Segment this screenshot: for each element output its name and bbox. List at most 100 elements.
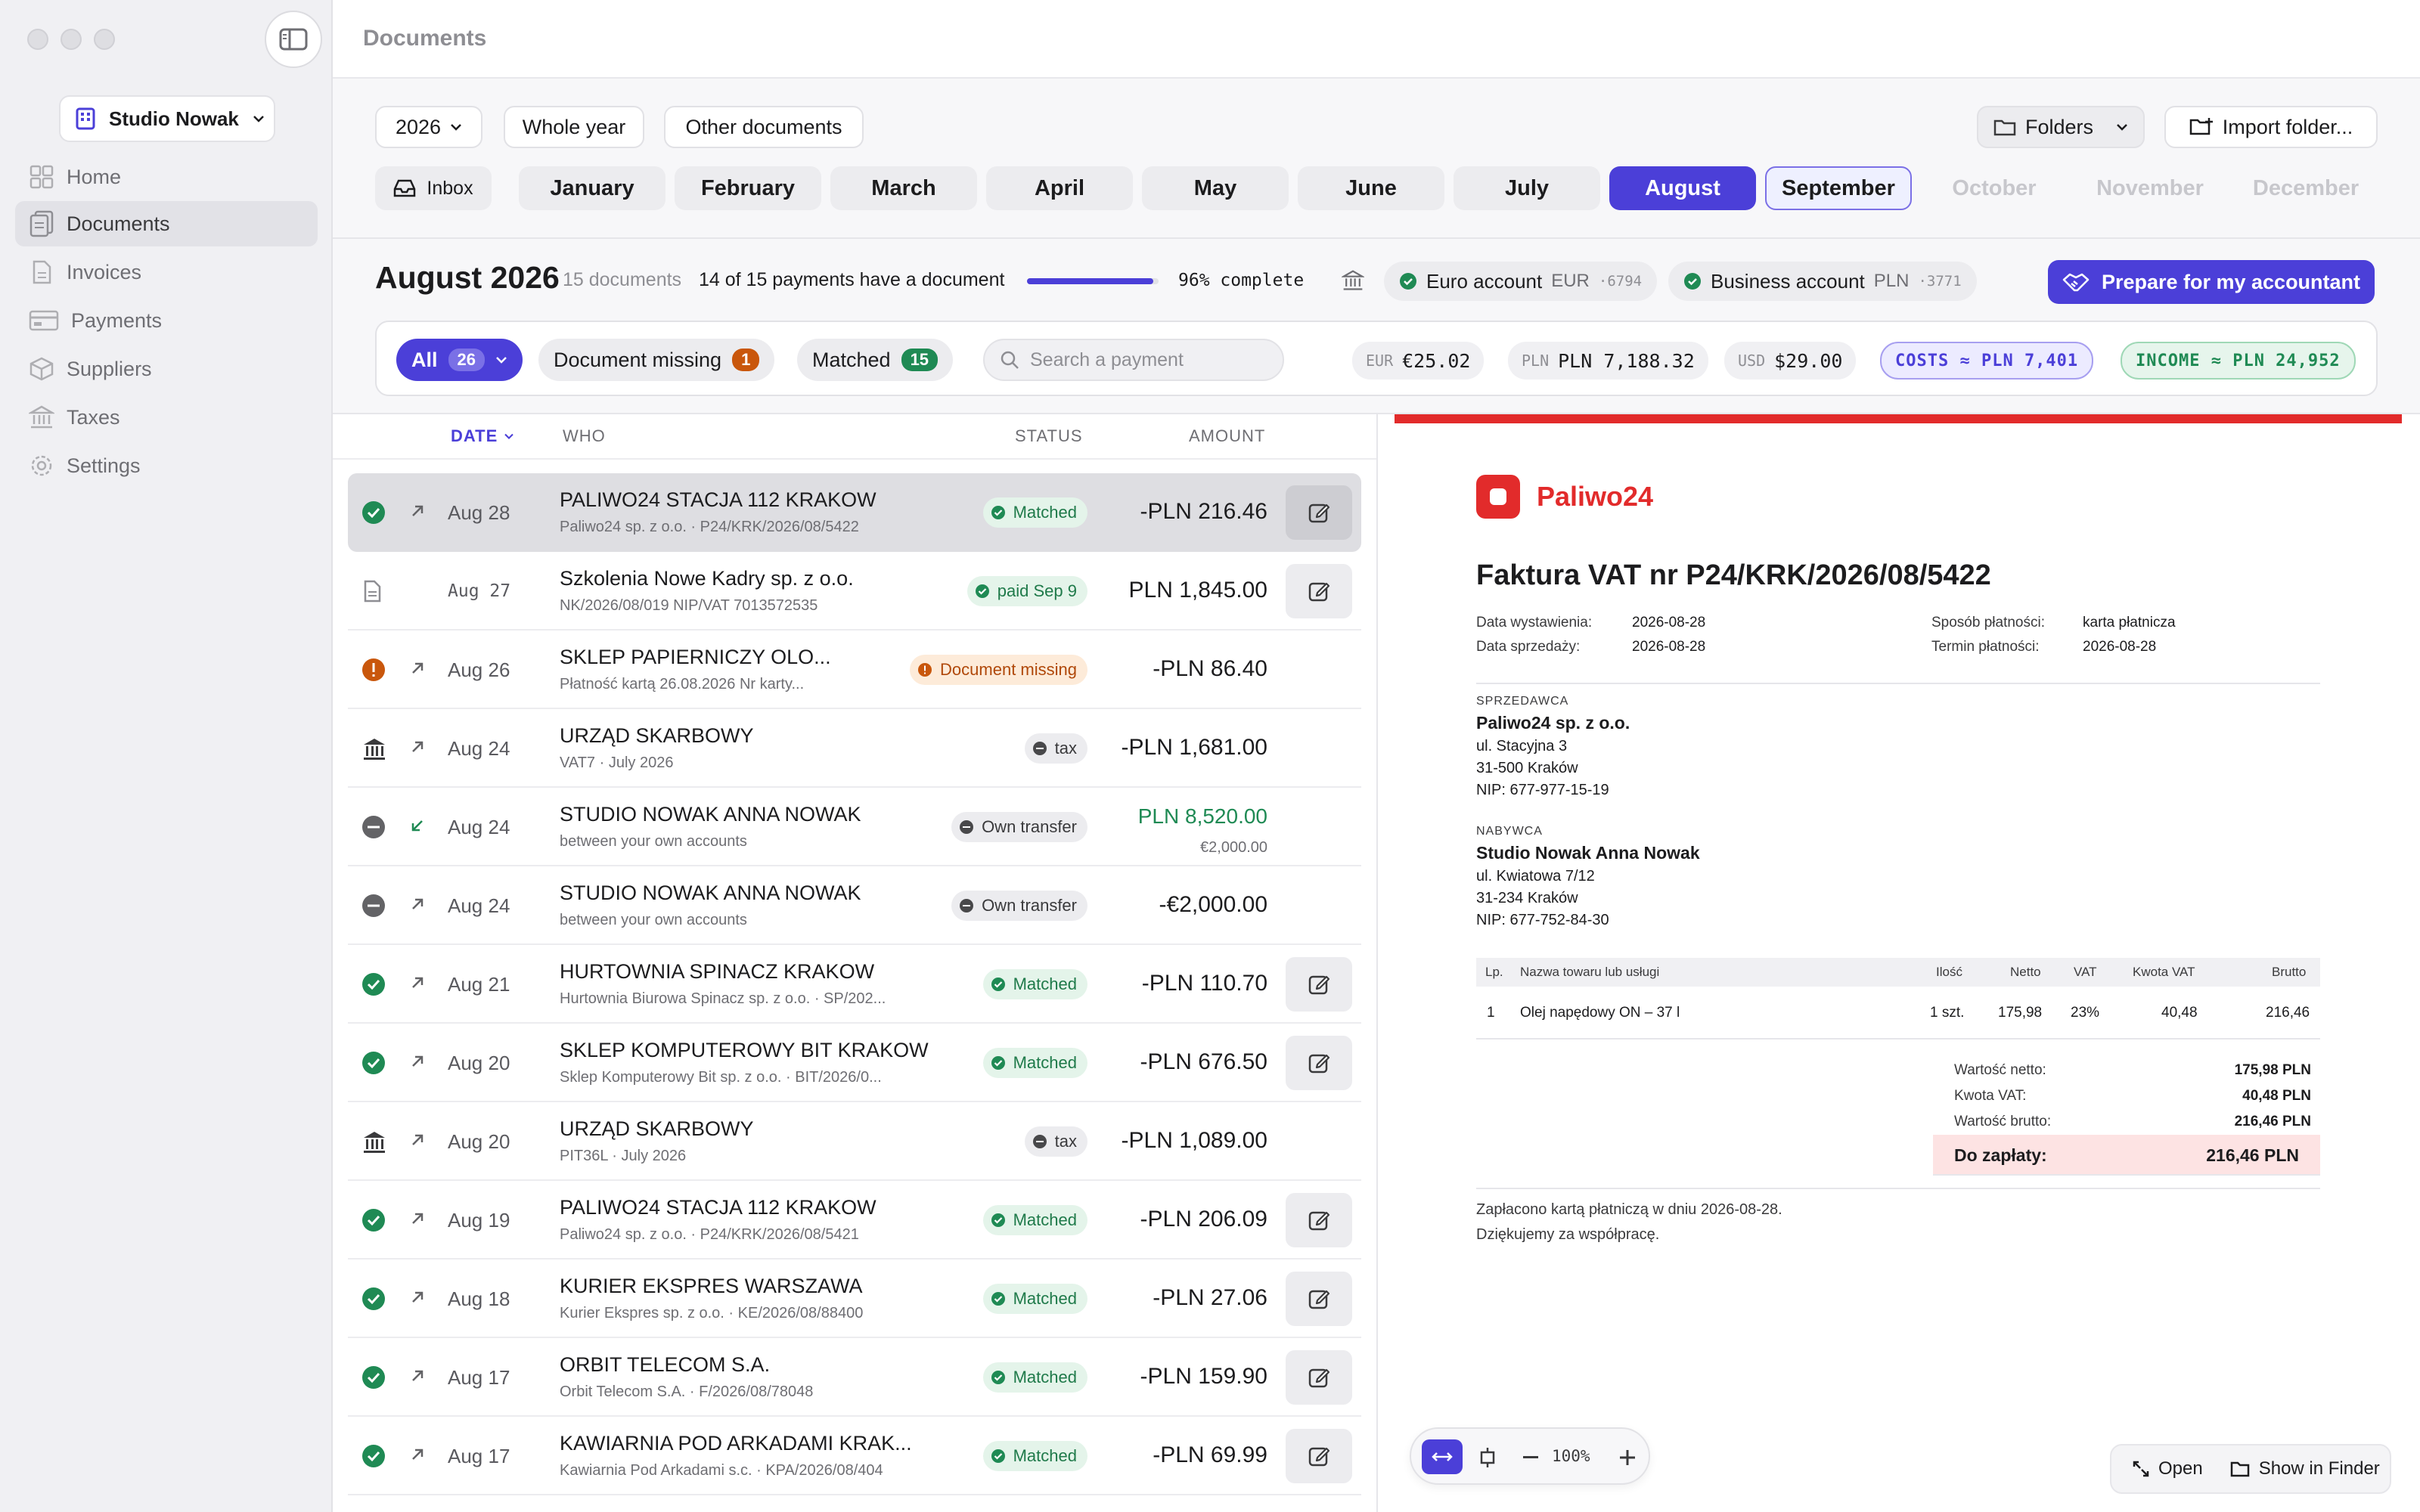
account-number: ·3771: [1918, 273, 1962, 290]
alert-circle-icon: [361, 658, 386, 682]
table-row[interactable]: Aug 24 STUDIO NOWAK ANNA NOWAK between you…: [348, 788, 1361, 866]
other-documents-button[interactable]: Other documents: [664, 106, 864, 148]
sidebar-item-label: Invoices: [67, 260, 142, 284]
account-chip-business[interactable]: Business account PLN ·3771: [1668, 262, 1977, 301]
table-row[interactable]: Aug 28 PALIWO24 STACJA 112 KRAKOW Paliwo24…: [348, 473, 1361, 552]
income-summary[interactable]: INCOME ≈ PLN 24,952: [2121, 342, 2356, 380]
filter-matched[interactable]: Matched 15: [797, 339, 954, 381]
status-badge: Matched: [982, 1441, 1087, 1471]
sort-by-date[interactable]: DATE: [451, 426, 514, 446]
table-row[interactable]: Aug 24 URZĄD SKARBOWY VAT7 · July 2026 tax -…: [348, 709, 1361, 788]
window-zoom-button[interactable]: [94, 29, 115, 50]
arrow-up-right-icon: [408, 1367, 430, 1388]
table-row[interactable]: Aug 27 Szkolenia Nowe Kadry sp. z o.o. NK/…: [348, 552, 1361, 631]
fit-page-button[interactable]: [1472, 1442, 1503, 1473]
year-select[interactable]: 2026: [375, 106, 482, 148]
status-badge: Matched: [982, 497, 1087, 528]
import-folder-button[interactable]: Import folder...: [2164, 106, 2378, 148]
table-row[interactable]: Aug 17 KAWIARNIA POD ARKADAMI KRAK... Kawi…: [348, 1417, 1361, 1495]
month-tab-june[interactable]: June: [1298, 166, 1444, 210]
folder-icon: [2230, 1461, 2249, 1477]
table-row[interactable]: Aug 20 SKLEP KOMPUTEROWY BIT KRAKOW Sklep …: [348, 1024, 1361, 1102]
account-name: Euro account: [1426, 269, 1543, 293]
col-qty: Ilość: [1936, 965, 1962, 979]
month-label: April: [1034, 175, 1085, 200]
account-chip-euro[interactable]: Euro account EUR ·6794: [1384, 262, 1658, 301]
edit-document-button[interactable]: [1286, 564, 1352, 618]
gross-total: 216,46 PLN: [2234, 1114, 2311, 1129]
sidebar-item-home[interactable]: Home: [15, 154, 318, 200]
edit-document-button[interactable]: [1286, 1272, 1352, 1326]
file-icon: [33, 260, 51, 284]
edit-document-button[interactable]: [1286, 957, 1352, 1012]
sidebar-item-taxes[interactable]: Taxes: [15, 395, 318, 440]
month-tab-september[interactable]: September: [1765, 166, 1912, 210]
minus-circle-icon: [361, 894, 386, 918]
vat-total: 40,48 PLN: [2242, 1088, 2311, 1104]
sidebar-item-payments[interactable]: Payments: [15, 298, 318, 343]
row-who: ORBIT TELECOM S.A.: [560, 1353, 771, 1376]
sidebar-item-documents[interactable]: Documents: [15, 201, 318, 246]
inbox-tab[interactable]: Inbox: [375, 166, 492, 210]
edit-document-button[interactable]: [1286, 1429, 1352, 1483]
table-row[interactable]: Aug 17 ORBIT TELECOM S.A. Orbit Telecom S.…: [348, 1338, 1361, 1417]
minus-circle-icon: [959, 820, 974, 835]
to-pay-box: Do zapłaty: 216,46 PLN: [1933, 1135, 2320, 1176]
zoom-out-button[interactable]: [1516, 1442, 1546, 1473]
table-row[interactable]: Aug 19 PALIWO24 STACJA 112 KRAKOW Paliwo24…: [348, 1181, 1361, 1259]
filter-all[interactable]: All 26: [396, 339, 523, 381]
show-in-finder-button[interactable]: Show in Finder: [2230, 1458, 2380, 1479]
folders-button[interactable]: Folders: [1977, 106, 2145, 148]
month-tab-february[interactable]: February: [675, 166, 821, 210]
sidebar-item-settings[interactable]: Settings: [15, 443, 318, 488]
table-row[interactable]: Aug 24 STUDIO NOWAK ANNA NOWAK between you…: [348, 866, 1361, 945]
month-tab-april[interactable]: April: [986, 166, 1133, 210]
edit-document-button[interactable]: [1286, 1350, 1352, 1405]
table-row[interactable]: Aug 20 URZĄD SKARBOWY PIT36L · July 2026 ta…: [348, 1102, 1361, 1181]
table-row[interactable]: Aug 26 SKLEP PAPIERNICZY OLO... Płatność k…: [348, 631, 1361, 709]
chevron-down-icon: [451, 124, 461, 131]
zoom-in-button[interactable]: [1612, 1442, 1643, 1473]
month-tab-march[interactable]: March: [830, 166, 977, 210]
month-tab-july[interactable]: July: [1454, 166, 1600, 210]
row-date: Aug 24: [448, 816, 510, 838]
open-button[interactable]: Open: [2133, 1458, 2203, 1479]
workspace-switcher[interactable]: Studio Nowak: [59, 95, 275, 142]
costs-summary[interactable]: COSTS ≈ PLN 7,401: [1880, 342, 2094, 380]
window-minimize-button[interactable]: [60, 29, 82, 50]
sidebar-item-invoices[interactable]: Invoices: [15, 249, 318, 295]
preview-actions: Open Show in Finder: [2110, 1444, 2391, 1494]
edit-document-button[interactable]: [1286, 1193, 1352, 1247]
month-tab-may[interactable]: May: [1142, 166, 1289, 210]
net-total-label: Wartość netto:: [1954, 1062, 2046, 1078]
buyer-city: 31-234 Kraków: [1476, 890, 1578, 906]
table-row[interactable]: Aug 18 KURIER EKSPRES WARSZAWA Kurier Eksp…: [348, 1259, 1361, 1338]
amount-header[interactable]: AMOUNT: [1189, 426, 1265, 446]
edit-document-button[interactable]: [1286, 1036, 1352, 1090]
search-input[interactable]: Search a payment: [983, 339, 1284, 381]
status-badge: Document missing: [910, 655, 1087, 685]
filter-document-missing[interactable]: Document missing 1: [538, 339, 775, 381]
month-tab-january[interactable]: January: [519, 166, 666, 210]
row-who: KURIER EKSPRES WARSZAWA: [560, 1275, 863, 1297]
month-label: January: [550, 175, 634, 200]
row-detail: Płatność kartą 26.08.2026 Nr karty...: [560, 676, 805, 692]
month-tab-august[interactable]: August: [1609, 166, 1756, 210]
fit-width-button[interactable]: [1422, 1439, 1463, 1474]
sidebar-toggle-button[interactable]: [265, 11, 322, 68]
window-close-button[interactable]: [27, 29, 48, 50]
table-header: DATE WHO STATUS AMOUNT: [333, 414, 1376, 460]
month-label: May: [1193, 175, 1237, 200]
edit-document-button[interactable]: [1286, 485, 1352, 540]
preview-controls: 100%: [1410, 1427, 1650, 1485]
status-header[interactable]: STATUS: [1015, 426, 1083, 446]
row-date: Aug 20: [448, 1130, 510, 1153]
due-date-label: Termin płatności:: [1931, 639, 2040, 655]
arrow-up-right-icon: [408, 1210, 430, 1231]
whole-year-button[interactable]: Whole year: [504, 106, 644, 148]
row-detail: Kawiarnia Pod Arkadami s.c. · KPA/2026/0…: [560, 1462, 883, 1479]
prepare-for-accountant-button[interactable]: Prepare for my accountant: [2048, 260, 2375, 304]
table-row[interactable]: Aug 21 HURTOWNIA SPINACZ KRAKOW Hurtownia …: [348, 945, 1361, 1024]
who-header[interactable]: WHO: [563, 426, 606, 446]
sidebar-item-suppliers[interactable]: Suppliers: [15, 346, 318, 392]
